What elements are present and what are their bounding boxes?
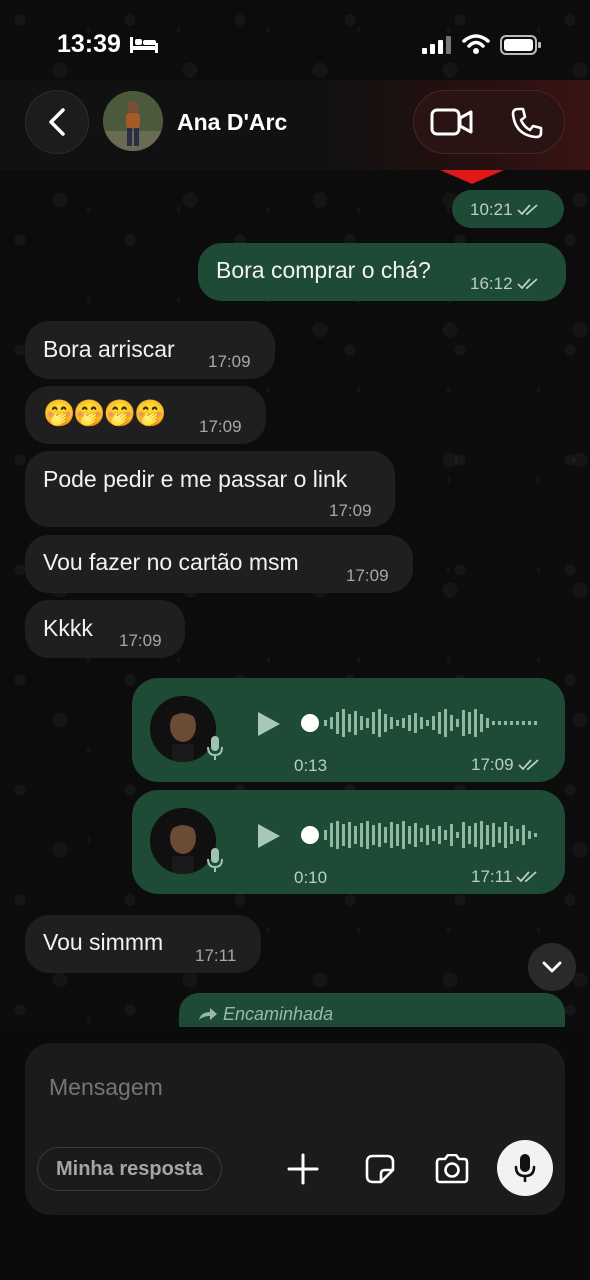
- message-text: Bora comprar o chá?: [216, 257, 431, 283]
- sticker-icon: [365, 1154, 395, 1184]
- voice-message[interactable]: 0:13 17:09: [132, 678, 565, 782]
- video-call-button[interactable]: [430, 105, 474, 139]
- message-text: 🤭🤭🤭🤭: [43, 398, 166, 428]
- message-text: Vou simmm: [43, 929, 164, 955]
- chevron-left-icon: [49, 108, 65, 136]
- message-time: 10:21: [470, 200, 513, 219]
- battery-icon: [500, 35, 541, 55]
- message-time: 17:09: [199, 417, 242, 436]
- message-text: Bora arriscar: [43, 336, 175, 362]
- message-time: 17:09: [471, 755, 514, 774]
- voice-call-button[interactable]: [508, 104, 546, 142]
- video-call-icon: [430, 108, 473, 136]
- microphone-icon: [207, 736, 223, 760]
- call-actions: [413, 90, 565, 154]
- chat-header: Ana D'Arc: [0, 80, 590, 170]
- double-check-icon: [516, 278, 538, 290]
- message-text: Pode pedir e me passar o link: [43, 466, 348, 492]
- play-icon: [258, 712, 280, 736]
- double-check-icon: [516, 204, 538, 216]
- voice-duration: 0:13: [294, 756, 328, 775]
- message-time: 17:11: [471, 867, 513, 886]
- forwarded-label: Encaminhada: [223, 1004, 334, 1024]
- audio-waveform[interactable]: [300, 818, 544, 852]
- bed-icon: [130, 37, 158, 53]
- microphone-icon: [514, 1154, 536, 1182]
- message-time: 17:11: [195, 946, 237, 965]
- double-check-icon: [517, 759, 539, 771]
- phone-icon: [511, 107, 543, 139]
- message-outgoing[interactable]: Bora comprar o chá? 16:12: [198, 243, 566, 301]
- message-incoming[interactable]: Pode pedir e me passar o link 17:09: [25, 451, 395, 527]
- status-bar: 13:39: [0, 0, 590, 80]
- voice-duration: 0:10: [294, 868, 328, 887]
- play-button[interactable]: [256, 710, 282, 744]
- plus-icon: [287, 1153, 319, 1185]
- voice-message[interactable]: 0:10 17:11: [132, 790, 565, 894]
- message-incoming[interactable]: Vou fazer no cartão msm 17:09: [25, 535, 413, 593]
- composer-bar: Minha resposta: [0, 1027, 590, 1280]
- chevron-down-icon: [542, 961, 562, 973]
- sticker-button[interactable]: [358, 1147, 402, 1191]
- quick-reply-label: Minha resposta: [56, 1157, 203, 1180]
- play-button[interactable]: [256, 822, 282, 856]
- contact-avatar[interactable]: [103, 91, 163, 151]
- wifi-icon: [462, 34, 490, 54]
- message-time: 17:09: [346, 566, 389, 585]
- contact-name[interactable]: Ana D'Arc: [177, 109, 287, 136]
- message-time: 17:09: [208, 352, 251, 371]
- attach-button[interactable]: [281, 1147, 325, 1191]
- quick-reply-chip[interactable]: Minha resposta: [37, 1147, 222, 1191]
- composer-card: Minha resposta: [25, 1043, 565, 1215]
- microphone-icon: [207, 848, 223, 872]
- forward-arrow-icon: [199, 1008, 217, 1020]
- back-button[interactable]: [25, 90, 89, 154]
- play-icon: [258, 824, 280, 848]
- message-outgoing[interactable]: 10:21: [452, 190, 564, 228]
- scroll-to-bottom-button[interactable]: [528, 943, 576, 991]
- message-incoming[interactable]: Bora arriscar 17:09: [25, 321, 275, 379]
- status-time: 13:39: [57, 30, 121, 58]
- message-incoming[interactable]: 🤭🤭🤭🤭 17:09: [25, 386, 266, 444]
- message-time: 16:12: [470, 274, 513, 293]
- audio-waveform[interactable]: [300, 706, 544, 740]
- signal-icon: [422, 36, 451, 54]
- heart-reaction-partial: [440, 170, 504, 184]
- message-time: 17:09: [329, 501, 372, 520]
- camera-button[interactable]: [430, 1147, 474, 1191]
- message-input[interactable]: [47, 1073, 531, 1102]
- message-text: Kkkk: [43, 615, 93, 641]
- double-check-icon: [516, 871, 537, 883]
- avatar-photo: [103, 91, 163, 151]
- message-incoming[interactable]: Kkkk 17:09: [25, 600, 185, 658]
- message-time: 17:09: [119, 631, 162, 650]
- camera-icon: [435, 1154, 469, 1184]
- voice-record-button[interactable]: [497, 1140, 553, 1196]
- message-incoming[interactable]: Vou simmm 17:11: [25, 915, 261, 973]
- message-text: Vou fazer no cartão msm: [43, 549, 299, 575]
